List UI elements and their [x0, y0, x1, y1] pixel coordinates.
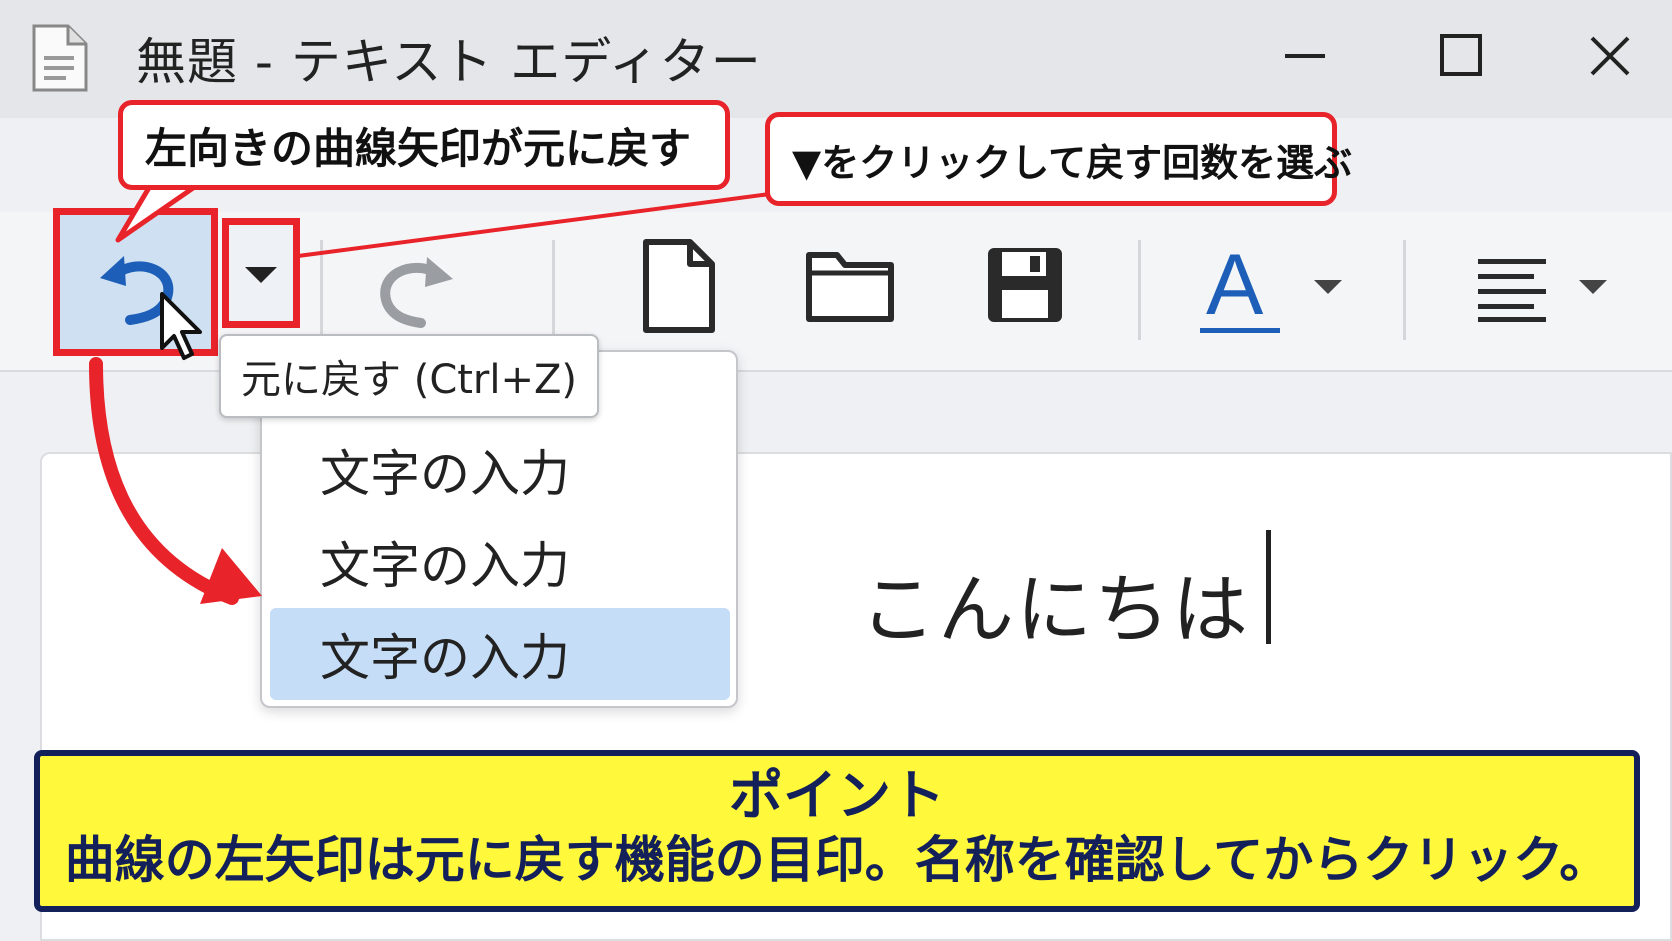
point-title: ポイント [729, 764, 945, 827]
point-body: 曲線の左矢印は元に戻す機能の目印。名称を確認してからクリック。 [64, 831, 1610, 889]
point-box: ポイント 曲線の左矢印は元に戻す機能の目印。名称を確認してからクリック。 [34, 750, 1640, 912]
dropdown-callout: ▼をクリックして戻す回数を選ぶ [765, 112, 1352, 206]
undo-callout: 左向きの曲線矢印が元に戻す [118, 100, 730, 190]
